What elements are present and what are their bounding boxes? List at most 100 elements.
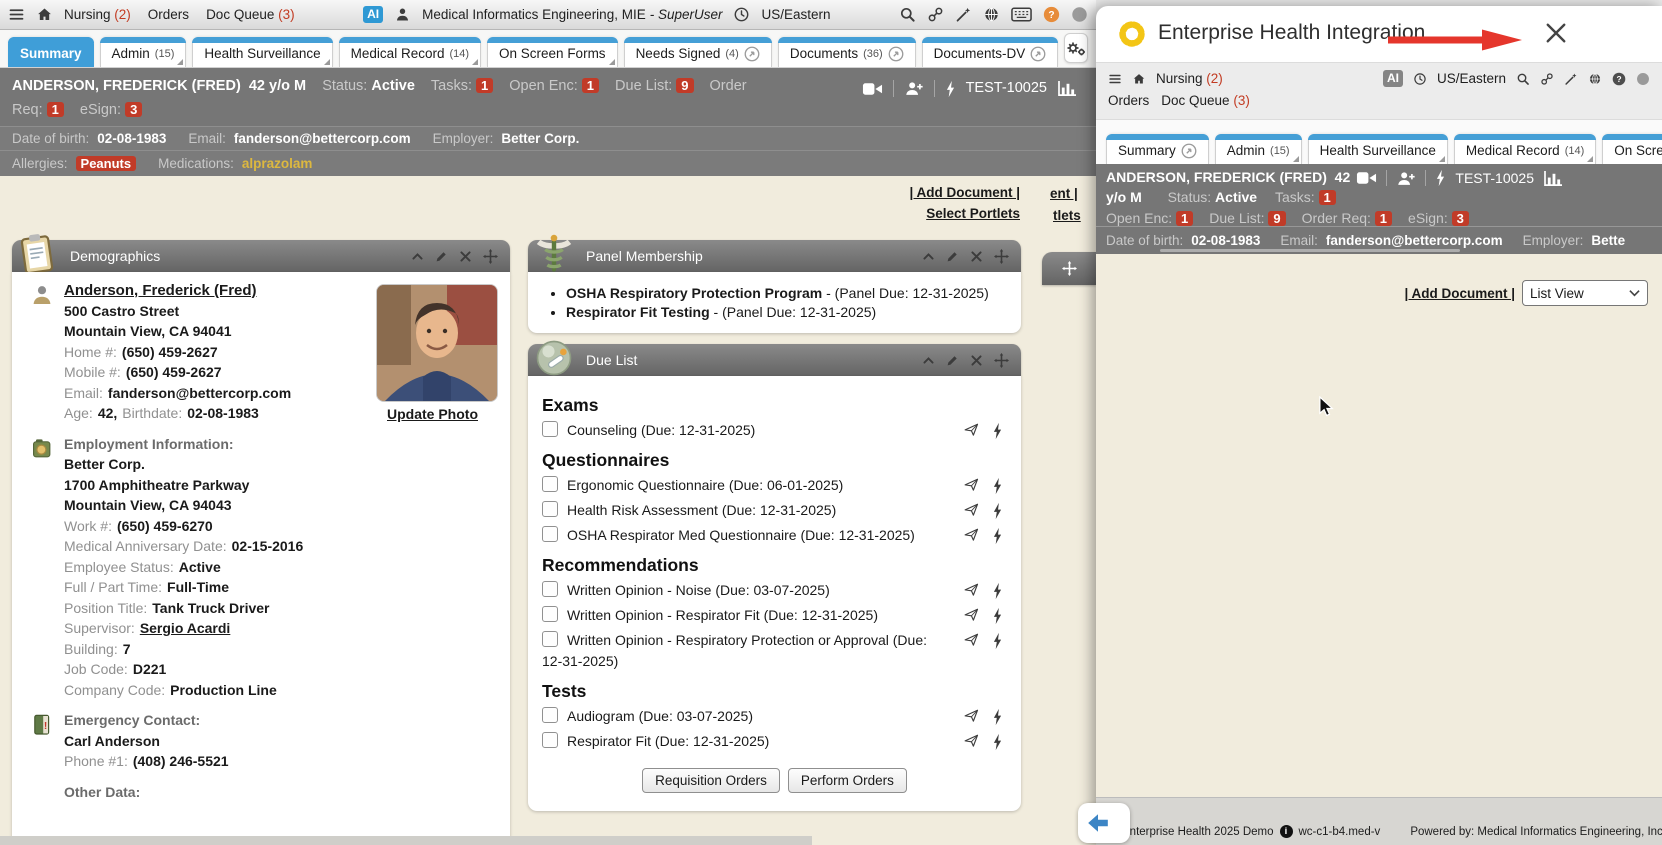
edit-pencil-icon[interactable]: [946, 250, 959, 263]
timezone-label[interactable]: US/Eastern: [1437, 71, 1506, 86]
globe-icon[interactable]: [983, 6, 1000, 23]
paper-plane-icon[interactable]: [964, 733, 979, 751]
due-item-checkbox[interactable]: [542, 631, 558, 647]
search-icon[interactable]: [899, 6, 916, 23]
paper-plane-icon[interactable]: [964, 422, 979, 440]
paper-plane-icon[interactable]: [964, 582, 979, 600]
edit-pencil-icon[interactable]: [435, 250, 448, 263]
person-add-icon[interactable]: [1396, 170, 1416, 187]
close-icon[interactable]: [1544, 21, 1568, 45]
lightning-icon[interactable]: [992, 502, 1003, 520]
edit-pencil-icon[interactable]: [946, 354, 959, 367]
search-icon[interactable]: [1516, 72, 1530, 86]
wand-icon[interactable]: [1564, 72, 1578, 86]
due-item-checkbox[interactable]: [542, 526, 558, 542]
lightning-icon[interactable]: [945, 80, 956, 98]
lightning-icon[interactable]: [992, 708, 1003, 726]
panel-membership-portlet-header[interactable]: Panel Membership: [528, 240, 1021, 272]
collapse-chevron-icon[interactable]: [922, 354, 935, 367]
move-cross-icon[interactable]: [994, 353, 1009, 368]
select-portlets-link[interactable]: Select Portlets: [926, 206, 1020, 221]
due-item-checkbox[interactable]: [542, 732, 558, 748]
close-x-icon[interactable]: [970, 354, 983, 367]
help-icon[interactable]: ?: [1612, 72, 1626, 86]
collapse-chevron-icon[interactable]: [922, 250, 935, 263]
nav-item-doc-queue[interactable]: Doc Queue (3): [206, 7, 295, 22]
due-list-portlet-header[interactable]: Due List: [528, 344, 1021, 376]
external-arrow-icon[interactable]: [744, 46, 760, 62]
due-item-checkbox[interactable]: [542, 581, 558, 597]
medication-value[interactable]: alprazolam: [242, 156, 313, 171]
bar-chart-icon[interactable]: [1057, 80, 1078, 97]
tab-admin[interactable]: Admin(15): [100, 37, 187, 67]
due-item-checkbox[interactable]: [542, 476, 558, 492]
external-arrow-icon[interactable]: [888, 46, 904, 62]
demographics-portlet-header[interactable]: Demographics: [12, 240, 510, 272]
paper-plane-icon[interactable]: [964, 477, 979, 495]
due-item-checkbox[interactable]: [542, 707, 558, 723]
requisition-orders-button[interactable]: Requisition Orders: [642, 768, 780, 793]
tab-on-screen-forms[interactable]: On Screen Forms: [487, 37, 618, 67]
paper-plane-icon[interactable]: [964, 502, 979, 520]
nav-item-orders[interactable]: Orders: [148, 7, 189, 22]
close-x-icon[interactable]: [459, 250, 472, 263]
tab-medical-record[interactable]: Medical Record(14): [1454, 134, 1596, 164]
info-icon[interactable]: i: [1280, 825, 1293, 838]
patient-name-link[interactable]: Anderson, Frederick (Fred): [64, 282, 257, 299]
lightning-icon[interactable]: [1435, 169, 1446, 187]
clipped-select-portlets-link[interactable]: tlets: [1053, 208, 1081, 223]
lightning-icon[interactable]: [992, 733, 1003, 751]
add-document-link[interactable]: | Add Document |: [1404, 286, 1515, 301]
move-cross-icon[interactable]: [994, 249, 1009, 264]
due-item-checkbox[interactable]: [542, 606, 558, 622]
horizontal-scroll-indicator[interactable]: [1160, 249, 1460, 252]
tab-needs-signed[interactable]: Needs Signed(4): [624, 37, 772, 67]
globe-icon[interactable]: [1588, 72, 1602, 86]
external-arrow-icon[interactable]: [1030, 46, 1046, 62]
nav-item-doc-queue[interactable]: Doc Queue (3): [1161, 93, 1250, 108]
paper-plane-icon[interactable]: [964, 607, 979, 625]
home-icon[interactable]: [1132, 72, 1146, 86]
lightning-icon[interactable]: [992, 477, 1003, 495]
lightning-icon[interactable]: [992, 527, 1003, 545]
panel-collapse-button[interactable]: [1078, 803, 1130, 843]
nav-item-nursing[interactable]: Nursing (2): [1156, 71, 1223, 86]
horizontal-scrollbar[interactable]: [0, 836, 812, 845]
link-icon[interactable]: [1540, 72, 1554, 86]
collapse-chevron-icon[interactable]: [411, 250, 424, 263]
tab-medical-record[interactable]: Medical Record(14): [339, 37, 481, 67]
lightning-icon[interactable]: [992, 607, 1003, 625]
person-add-icon[interactable]: [904, 80, 924, 97]
tab-on-scre[interactable]: On Scre: [1602, 134, 1662, 164]
clipped-add-document-link[interactable]: ent |: [1050, 186, 1078, 201]
add-document-link[interactable]: | Add Document |: [909, 185, 1020, 200]
video-camera-icon[interactable]: [862, 81, 883, 97]
tab-health-surveillance[interactable]: Health Surveillance: [192, 37, 332, 67]
nav-item-nursing[interactable]: Nursing (2): [64, 7, 131, 22]
due-item-checkbox[interactable]: [542, 501, 558, 517]
tab-health-surveillance[interactable]: Health Surveillance: [1308, 134, 1448, 164]
menu-icon[interactable]: [8, 6, 25, 23]
bar-chart-icon[interactable]: [1543, 170, 1564, 187]
link-icon[interactable]: [927, 6, 944, 23]
keyboard-icon[interactable]: [1011, 6, 1032, 23]
nav-item-orders[interactable]: Orders: [1108, 93, 1149, 108]
tab-admin[interactable]: Admin(15): [1215, 134, 1302, 164]
menu-icon[interactable]: [1108, 72, 1122, 86]
lightning-icon[interactable]: [992, 632, 1003, 650]
timezone-label[interactable]: US/Eastern: [761, 7, 830, 22]
wand-icon[interactable]: [955, 6, 972, 23]
help-icon[interactable]: ?: [1043, 6, 1060, 23]
perform-orders-button[interactable]: Perform Orders: [788, 768, 907, 793]
allergy-badge[interactable]: Peanuts: [76, 156, 137, 171]
tab-settings-button[interactable]: [1064, 33, 1088, 63]
ai-badge[interactable]: AI: [363, 6, 383, 23]
ai-badge[interactable]: AI: [1383, 70, 1403, 87]
lightning-icon[interactable]: [992, 422, 1003, 440]
external-arrow-icon[interactable]: [1181, 143, 1197, 159]
paper-plane-icon[interactable]: [964, 632, 979, 650]
move-cross-icon[interactable]: [483, 249, 498, 264]
lightning-icon[interactable]: [992, 582, 1003, 600]
home-icon[interactable]: [36, 6, 53, 23]
due-item-checkbox[interactable]: [542, 421, 558, 437]
